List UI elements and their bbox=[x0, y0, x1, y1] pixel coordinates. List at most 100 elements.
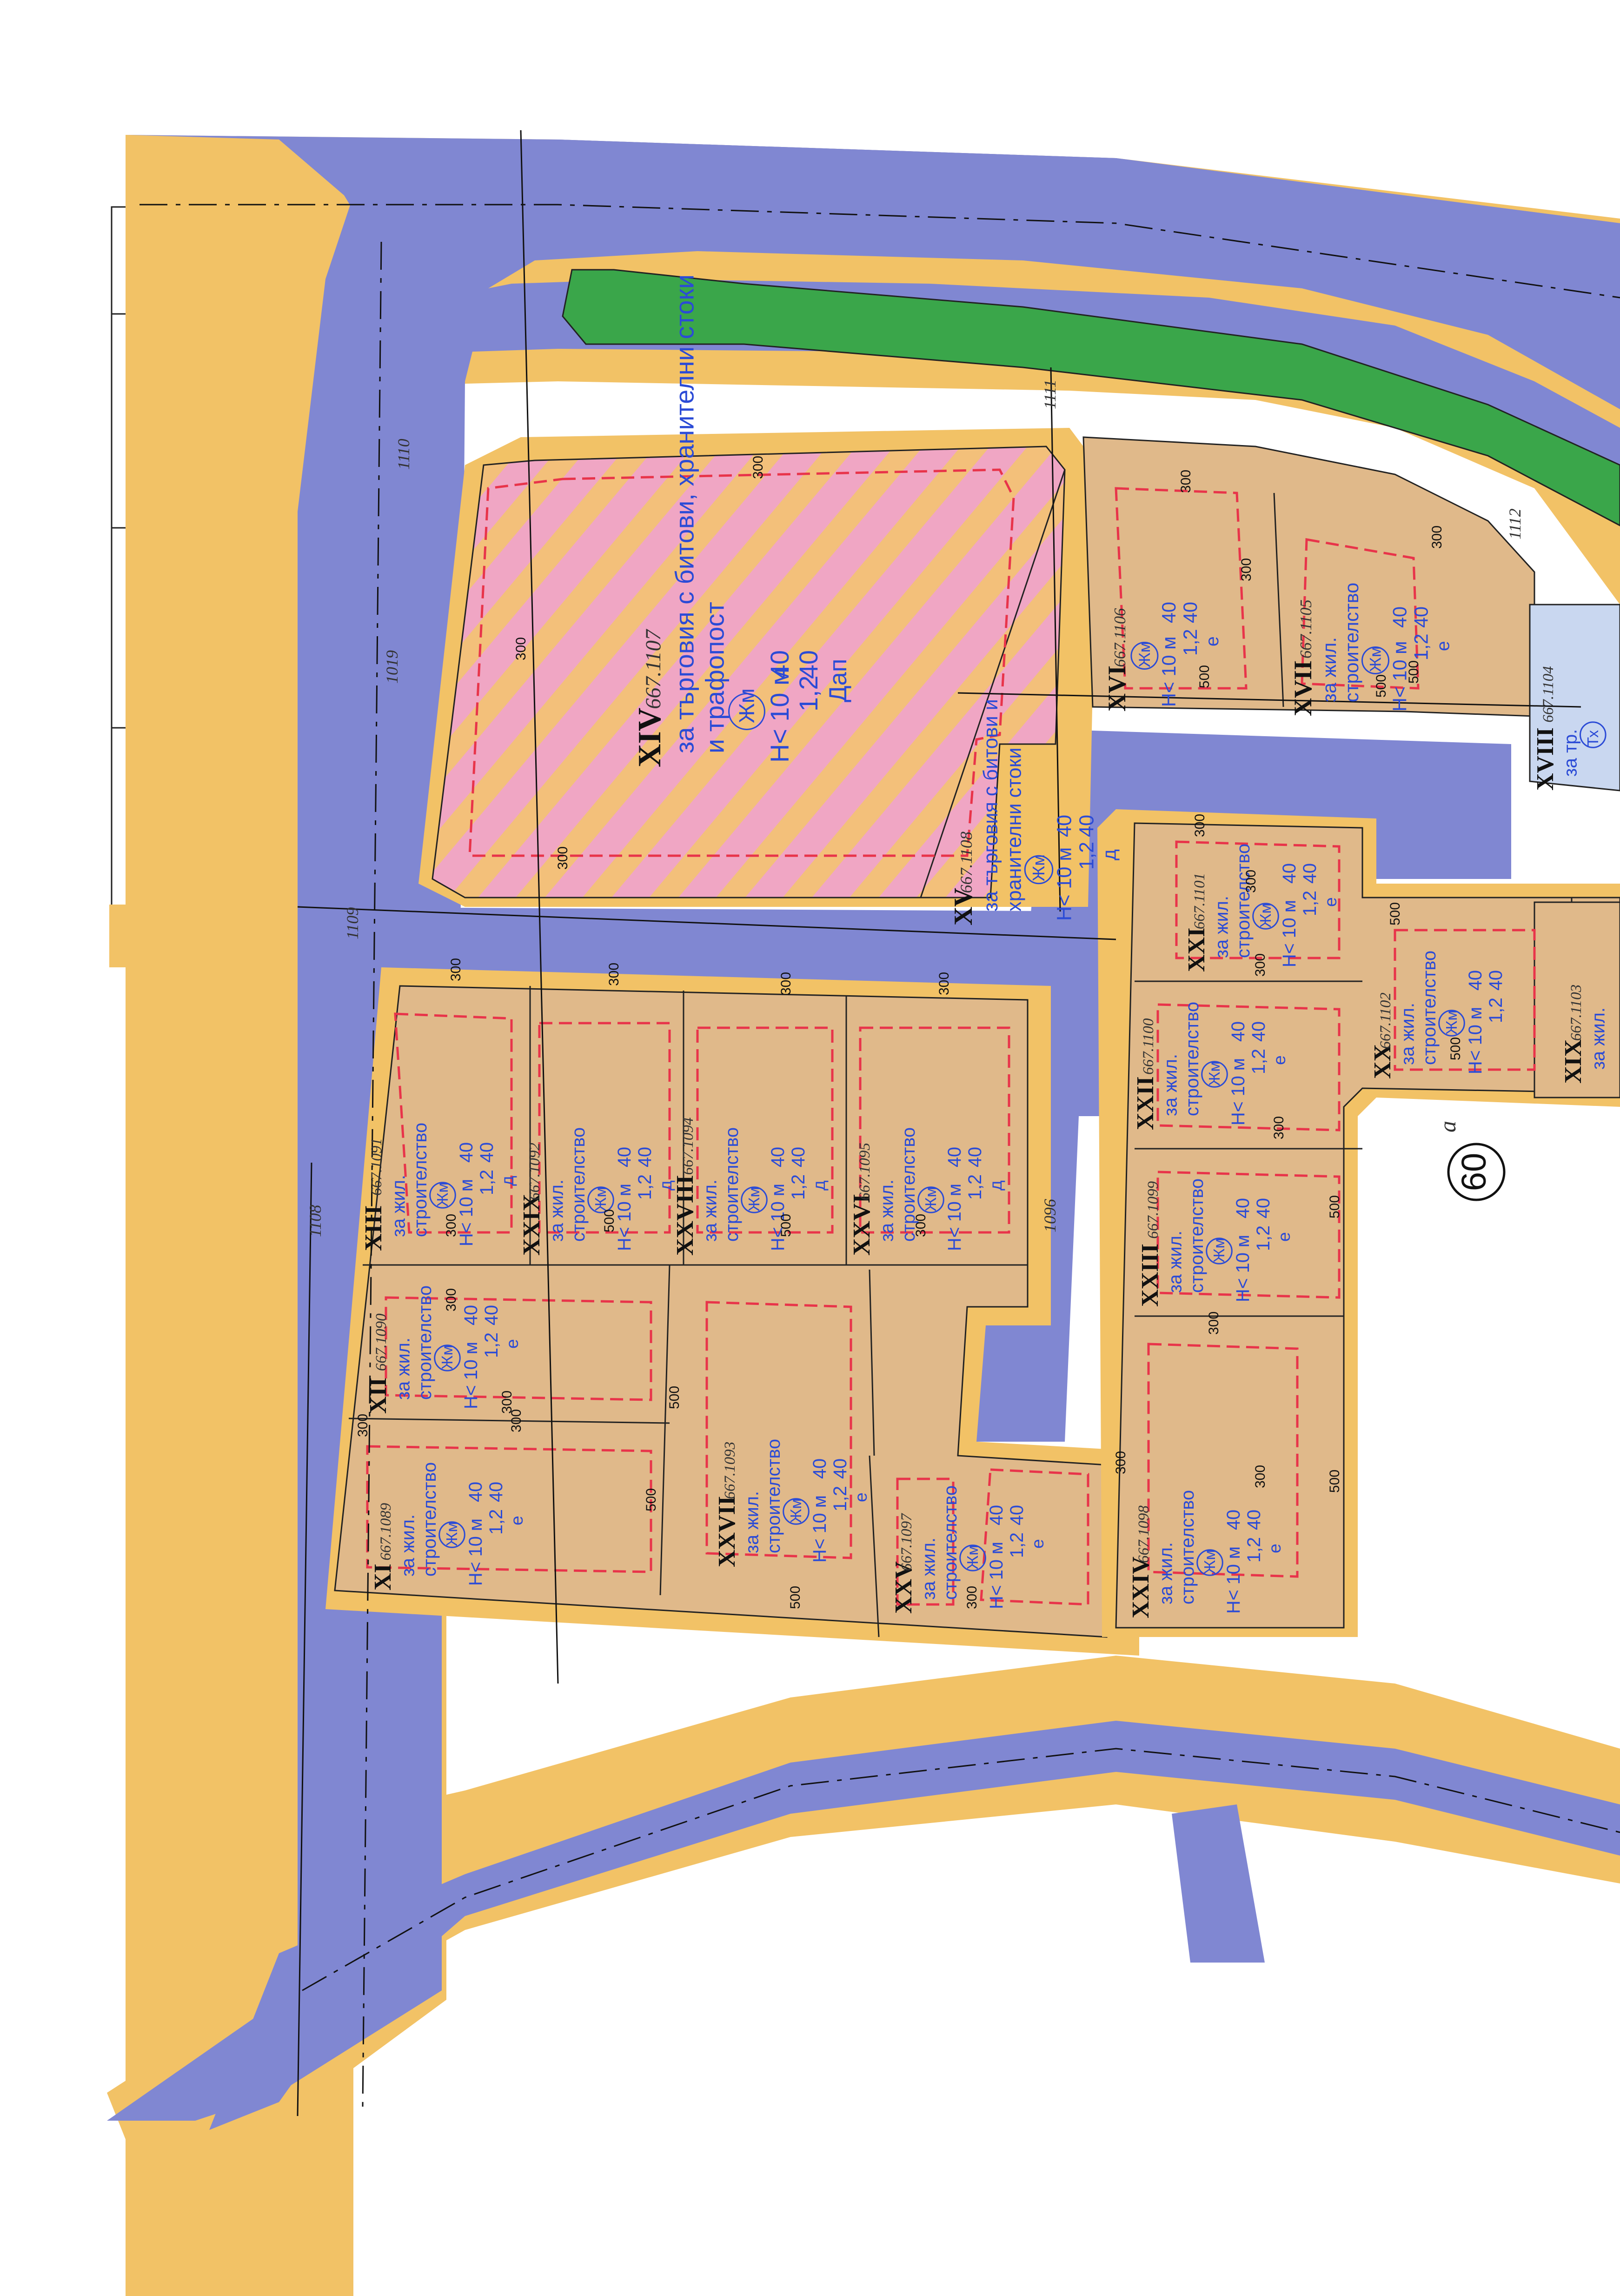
plot-cadastral-number: 667.1104 bbox=[1540, 666, 1557, 722]
plot-height: Н< 10 м bbox=[465, 1518, 486, 1586]
plot-density: 40 bbox=[1465, 970, 1486, 991]
plot-purpose: строителство bbox=[940, 1485, 961, 1600]
plot-purpose: строителство bbox=[764, 1439, 784, 1553]
plot-kint: 1,2 bbox=[1007, 1532, 1027, 1558]
plot-green-pct: 40 bbox=[1253, 1198, 1274, 1218]
street-id-1112: 1112 bbox=[1506, 508, 1524, 539]
plot-purpose: строителство bbox=[1182, 1002, 1202, 1116]
setback-dimension: 300 bbox=[355, 1414, 371, 1437]
setback-dimension: 300 bbox=[1253, 1465, 1268, 1488]
plot-density: 40 bbox=[1389, 606, 1411, 628]
plot-purpose: строителство bbox=[722, 1127, 742, 1242]
plot-purpose: и трафопост bbox=[700, 602, 729, 753]
plot-zone: Жм bbox=[1443, 1010, 1460, 1035]
plot-height: Н< 10 м bbox=[1054, 847, 1076, 921]
street-id-1096: 1096 bbox=[1041, 1199, 1059, 1232]
plot-green-pct: 40 bbox=[1486, 970, 1506, 991]
plot-cadastral-number: 667.1099 bbox=[1145, 1181, 1162, 1239]
plot-purpose: за жил. bbox=[700, 1179, 721, 1242]
plot-mark: д bbox=[498, 1176, 517, 1186]
plot-zone: Жм bbox=[592, 1187, 609, 1211]
plot-id: XXVI bbox=[849, 1194, 875, 1256]
plot-kint: 1,2 bbox=[477, 1170, 497, 1195]
setback-dimension: 300 bbox=[964, 1586, 980, 1609]
plot-kint: 1,2 bbox=[1300, 891, 1320, 916]
plot-purpose: хранителни стоки bbox=[1003, 747, 1026, 912]
plot-green-pct: 40 bbox=[1180, 602, 1201, 623]
plot-purpose: строителство bbox=[419, 1462, 440, 1577]
plot-id: XVIII bbox=[1532, 727, 1559, 791]
quarter-number: 60 bbox=[1454, 1153, 1493, 1191]
plot-density: 40 bbox=[456, 1142, 477, 1163]
plot-mark: е bbox=[1265, 1544, 1284, 1553]
plot-green-pct: 40 bbox=[830, 1458, 850, 1479]
plot-kint: 1,2 bbox=[1248, 1049, 1269, 1074]
plot-mark: д bbox=[809, 1180, 829, 1191]
setback-dimension: 300 bbox=[913, 1214, 929, 1237]
plot-cadastral-number: 667.1093 bbox=[722, 1442, 738, 1499]
plot-purpose: за жил. bbox=[547, 1179, 567, 1242]
plot-cadastral-number: 667.1094 bbox=[680, 1118, 697, 1175]
plot-cadastral-number: 667.1089 bbox=[378, 1503, 394, 1561]
plot-mark: Дап bbox=[824, 659, 852, 702]
plot-purpose: за жил. bbox=[1161, 1054, 1181, 1116]
setback-dimension: 300 bbox=[555, 846, 571, 870]
plot-purpose: за търговия с битови, хранителни стоки bbox=[670, 274, 699, 753]
plot-green-pct: 40 bbox=[794, 650, 823, 679]
plot-purpose: за жил. bbox=[1398, 1003, 1418, 1065]
plot-cadastral-number: 667.1102 bbox=[1377, 992, 1394, 1049]
plot-purpose: за жил. bbox=[1212, 896, 1232, 958]
plot-height: Н< 10 м bbox=[1228, 1058, 1248, 1125]
setback-dimension: 300 bbox=[509, 1409, 524, 1432]
plot-purpose: строителство bbox=[1419, 951, 1440, 1065]
setback-dimension: 500 bbox=[1448, 1037, 1463, 1060]
plot-density: 40 bbox=[1228, 1021, 1248, 1042]
street-id-1111: 1111 bbox=[1041, 379, 1059, 409]
plot-green-pct: 40 bbox=[1007, 1505, 1027, 1525]
plot-purpose: строителство bbox=[1341, 583, 1362, 702]
plot-density: 40 bbox=[1233, 1198, 1253, 1218]
plot-cadastral-number: 667.1091 bbox=[368, 1138, 385, 1196]
plot-purpose: за жил. bbox=[1165, 1231, 1186, 1293]
setback-dimension: 500 bbox=[644, 1488, 659, 1511]
setback-dimension: 300 bbox=[778, 972, 794, 995]
plot-green-pct: 40 bbox=[1248, 1021, 1269, 1042]
plot-mark: е bbox=[507, 1516, 526, 1525]
plot-id: XXIV bbox=[1128, 1557, 1154, 1618]
plot-cadastral-number: 667.1106 bbox=[1111, 608, 1129, 667]
plot-id: XXVII bbox=[714, 1496, 740, 1567]
plot-green-pct: 40 bbox=[1076, 815, 1098, 837]
plot-purpose: строителство bbox=[1177, 1490, 1198, 1604]
plot-height: Н< 10 м bbox=[461, 1342, 481, 1409]
plot-mark: е bbox=[1269, 1055, 1289, 1065]
plot-zone: Жм bbox=[964, 1545, 981, 1570]
plot-density: 40 bbox=[1054, 815, 1076, 837]
plot-zone: Жм bbox=[1210, 1238, 1228, 1263]
plot-purpose: за жил. bbox=[1156, 1542, 1176, 1604]
plot-green-pct: 40 bbox=[635, 1147, 655, 1167]
plot-kint: 1,2 bbox=[1180, 629, 1201, 656]
plot-height: Н< 10 м bbox=[1233, 1235, 1253, 1302]
plot-cadastral-number: 667.1107 bbox=[642, 629, 665, 709]
plot-kint: 1,2 bbox=[486, 1509, 506, 1535]
plot-id: XIV bbox=[632, 708, 668, 767]
plot-green-pct: 40 bbox=[788, 1147, 809, 1167]
plot-green-pct: 40 bbox=[1244, 1510, 1264, 1530]
plot-green-pct: 40 bbox=[481, 1305, 502, 1325]
plot-kint: 1,2 bbox=[1253, 1225, 1274, 1251]
plot-id: XXIII bbox=[1137, 1244, 1163, 1307]
plot-purpose: строителство bbox=[568, 1127, 589, 1242]
plot-mark: д bbox=[986, 1180, 1005, 1191]
setback-dimension: 300 bbox=[750, 456, 766, 479]
plot-cadastral-number: 667.1108 bbox=[957, 832, 976, 893]
plot-cadastral-number: 667.1090 bbox=[373, 1313, 390, 1371]
plot-density: 40 bbox=[768, 1147, 788, 1167]
street-id-1110: 1110 bbox=[394, 439, 413, 470]
plot-height: Н< 10 м bbox=[1223, 1546, 1244, 1614]
plot-id: XI bbox=[370, 1564, 396, 1591]
plot-kint: 1,2 bbox=[635, 1174, 655, 1200]
plot-green-pct: 40 bbox=[1411, 606, 1432, 628]
plot-zone: Жм bbox=[434, 1182, 451, 1207]
setback-dimension: 500 bbox=[1327, 1195, 1342, 1218]
setback-dimension: 300 bbox=[1192, 814, 1208, 837]
